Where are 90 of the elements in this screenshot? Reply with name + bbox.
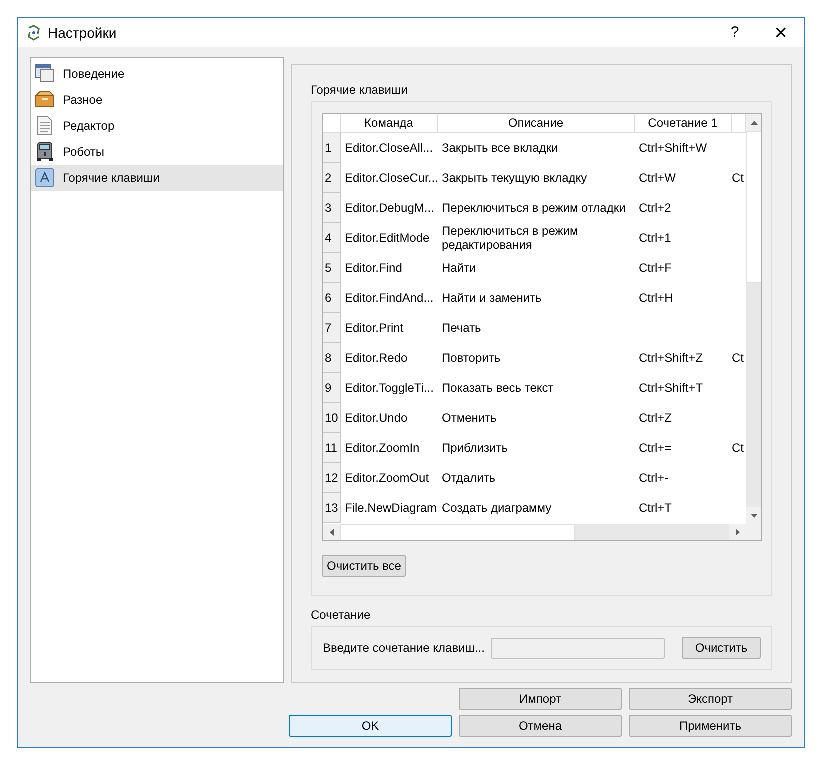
table-cell-text: Закрыть все вкладки [441, 140, 560, 157]
table-cell-text: Editor.ZoomIn [344, 440, 421, 457]
table-cell-text: Ctrl+Shift+W [638, 140, 708, 157]
category-icon [35, 116, 55, 136]
table-cell-text: Найти [441, 260, 478, 277]
dialog-button[interactable]: Отмена [459, 715, 622, 737]
table-cell-text: Ctrl+Z [638, 410, 673, 427]
row-number: 5 [323, 253, 341, 283]
table-cell-text: Editor.FindAnd... [344, 290, 435, 307]
table-cell-text: Найти и заменить [441, 290, 543, 307]
table-cell-text: Повторить [441, 350, 502, 367]
table-cell-text: Ctrl+Shift+T [638, 380, 704, 397]
group-title: Горячие клавиши [311, 83, 409, 97]
app-logo-icon [26, 24, 42, 40]
table-cell-text: Ctrl+H [638, 290, 674, 307]
table-cell: Ct [732, 171, 744, 185]
column-header[interactable] [732, 114, 746, 133]
category-item[interactable]: Роботы [31, 139, 283, 165]
category-icon [35, 90, 55, 110]
row-number: 4 [323, 223, 341, 253]
close-button[interactable]: × [758, 20, 804, 46]
table-cell-text: Печать [441, 320, 482, 337]
category-item[interactable]: Разное [31, 87, 283, 113]
row-number: 2 [323, 163, 341, 193]
shortcut-input-field[interactable] [490, 638, 665, 658]
row-number: 12 [323, 463, 341, 493]
shortcut-label: Введите сочетание клавиш... [323, 641, 485, 655]
help-button[interactable]: ? [712, 24, 758, 41]
row-number: 13 [323, 493, 341, 523]
dialog-button[interactable]: Импорт [459, 688, 622, 710]
table-cell-text: Editor.CloseAll... [344, 140, 434, 157]
row-number: 10 [323, 403, 341, 433]
table-cell-text: Ctrl+2 [638, 200, 672, 217]
dialog-button[interactable]: OK [289, 715, 452, 737]
table-cell-text: Отменить [441, 410, 498, 427]
table-cell-text: Ctrl+W [638, 170, 677, 187]
row-number: 7 [323, 313, 341, 343]
clear-button[interactable]: Очистить [682, 637, 761, 659]
row-number: 9 [323, 373, 341, 403]
table-cell-text: Создать диаграмму [441, 500, 553, 517]
table-cell-text: Editor.DebugM... [344, 200, 436, 217]
row-number: 1 [323, 133, 341, 163]
table-cell-text: Ctrl+F [638, 260, 673, 277]
table-cell-text: Переключиться в режим редактирования [441, 223, 580, 253]
table-cell-text: Editor.ZoomOut [344, 470, 430, 487]
table-cell-text: Ctrl+Shift+Z [638, 350, 704, 367]
table-cell: Ct [732, 441, 744, 455]
table-cell-text: Editor.EditMode [344, 230, 431, 247]
table-cell-text: Переключиться в режим отладки [441, 200, 627, 217]
horizontal-scrollbar[interactable] [323, 524, 746, 540]
table-cell-text: Ctrl+1 [638, 230, 672, 247]
vertical-scrollbar[interactable] [746, 114, 761, 524]
table-cell-text: Editor.Find [344, 260, 404, 277]
down-arrow-icon[interactable] [751, 514, 758, 518]
table-cell-text: Editor.Redo [344, 350, 409, 367]
clear-all-button[interactable]: Очистить все [322, 555, 406, 577]
row-number: 6 [323, 283, 341, 313]
category-item[interactable]: Поведение [31, 61, 283, 87]
category-icon [35, 64, 55, 84]
category-icon [35, 142, 55, 162]
table-cell-text: Ctrl+- [638, 470, 670, 487]
dialog-button[interactable]: Экспорт [629, 688, 792, 710]
column-header[interactable]: Описание [438, 114, 635, 133]
table-cell-text: Editor.Print [344, 320, 405, 337]
left-arrow-icon[interactable] [330, 529, 334, 536]
right-arrow-icon[interactable] [736, 529, 740, 536]
table-cell-text: Показать весь текст [441, 380, 555, 397]
window-title: Настройки [48, 24, 118, 40]
table-cell: Ct [732, 351, 744, 365]
table-cell-text: Закрыть текущую вкладку [441, 170, 588, 187]
row-number: 3 [323, 193, 341, 223]
table-cell-text: Editor.CloseCur... [344, 170, 438, 187]
table-cell-text: Ctrl+= [638, 440, 673, 457]
category-item[interactable]: Горячие клавиши [31, 165, 283, 191]
header-corner[interactable] [323, 114, 341, 133]
table-cell-text: Editor.ToggleTi... [344, 380, 435, 397]
table-cell-text: Editor.Undo [344, 410, 409, 427]
table-cell-text: File.NewDiagram [344, 500, 438, 517]
dialog-button[interactable]: Применить [629, 715, 792, 737]
up-arrow-icon[interactable] [751, 120, 758, 124]
row-number: 8 [323, 343, 341, 373]
row-number: 11 [323, 433, 341, 463]
table-cell-text: Отдалить [441, 470, 497, 487]
table-cell-text: Приблизить [441, 440, 509, 457]
category-icon [35, 168, 55, 188]
category-item[interactable]: Редактор [31, 113, 283, 139]
column-header[interactable]: Сочетание 1 [635, 114, 732, 133]
table-cell-text: Ctrl+T [638, 500, 673, 517]
group-title: Сочетание [311, 608, 372, 622]
column-header[interactable]: Команда [341, 114, 438, 133]
